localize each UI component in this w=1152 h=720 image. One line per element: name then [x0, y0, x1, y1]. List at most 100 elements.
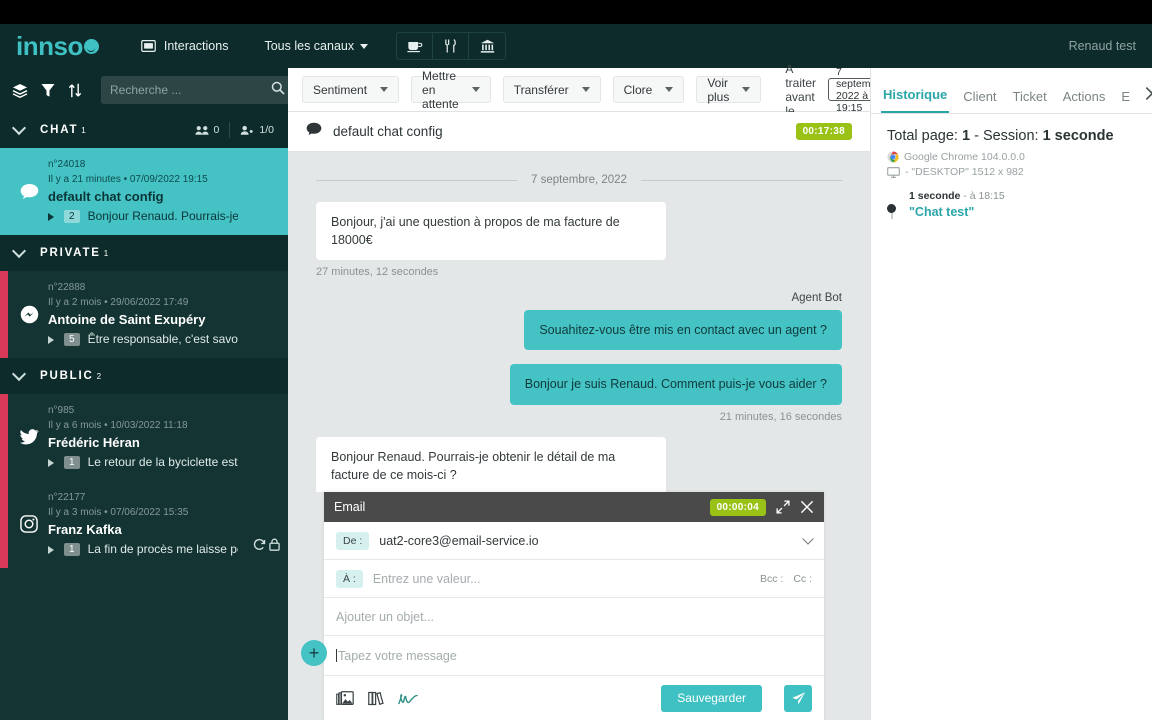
expand-triangle-icon[interactable] — [48, 213, 54, 221]
timeline-event-title[interactable]: "Chat test" — [909, 205, 1138, 219]
sidebar-group-chat[interactable]: CHAT 1 0 1/0 — [0, 112, 288, 148]
transfer-dropdown[interactable]: Transférer — [502, 76, 601, 103]
chevron-down-icon — [11, 120, 27, 135]
timeline-event-meta: 1 seconde - à 18:15 — [909, 190, 1138, 202]
conversation-id: n°22888 — [48, 282, 86, 293]
body-placeholder: Tapez votre message — [338, 648, 457, 663]
conversation-preview-row: 2 Bonjour Renaud. Pourrais-je — [48, 209, 276, 223]
from-label: De : — [336, 531, 370, 550]
layers-icon[interactable] — [12, 83, 28, 98]
from-value[interactable]: uat2-core3@email-service.io — [379, 534, 794, 548]
search-input[interactable] — [110, 83, 265, 97]
conversation-preview-row: 1 Le retour de la byciclette est — [48, 455, 276, 469]
details-tabs: Historique Client Ticket Actions E — [871, 68, 1152, 114]
event-duration: 1 seconde — [909, 190, 961, 202]
send-button[interactable] — [784, 684, 812, 712]
conversation-timer: 00:17:38 — [795, 123, 852, 140]
composer-subject-row — [324, 598, 824, 636]
chevron-down-icon[interactable] — [802, 532, 814, 545]
app-logo[interactable]: innso — [16, 33, 99, 59]
divider — [229, 122, 231, 138]
history-timeline: 1 seconde - à 18:15 "Chat test" — [887, 190, 1138, 219]
more-label: Voir plus — [707, 75, 730, 104]
nav-interactions-label: Interactions — [163, 39, 229, 53]
group-count: 1 — [81, 125, 86, 135]
lock-icon[interactable] — [269, 538, 280, 556]
expand-triangle-icon[interactable] — [48, 546, 54, 554]
composer-wrapper: + Email 00:00:04 De: uat2-core3@email-s… — [288, 492, 870, 720]
chevron-down-icon — [11, 243, 27, 258]
tab-client[interactable]: Client — [961, 89, 998, 113]
sidebar-group-public[interactable]: PUBLIC 2 — [0, 358, 288, 394]
more-dropdown[interactable]: Voir plus — [696, 75, 762, 104]
due-date-label: A traiter avant le — [785, 61, 817, 118]
composer-timer: 00:00:04 — [709, 498, 766, 516]
group-stat-queue-value: 0 — [213, 124, 220, 136]
hold-dropdown[interactable]: Mettre en attente — [411, 69, 491, 111]
tab-ticket[interactable]: Ticket — [1011, 89, 1049, 113]
knowledge-base-icon[interactable] — [368, 691, 384, 706]
group-title: PUBLIC — [40, 370, 94, 382]
tab-actions[interactable]: Actions — [1061, 89, 1108, 113]
group-people-icon — [195, 125, 209, 135]
conversation-id: n°985 — [48, 405, 75, 416]
conversation-item-private-0[interactable]: n°22888 Il y a 2 mois • 29/06/2022 17:49… — [0, 271, 288, 358]
coffee-icon — [407, 41, 422, 52]
save-button[interactable]: Sauvegarder — [661, 684, 762, 712]
tab-historique[interactable]: Historique — [881, 87, 950, 113]
sentiment-dropdown[interactable]: Sentiment — [302, 76, 400, 103]
add-channel-button[interactable]: + — [301, 640, 327, 666]
nav-channels-dropdown[interactable]: Tous les canaux — [264, 39, 369, 53]
chevron-down-icon — [360, 43, 369, 49]
channel-restaurant-button[interactable] — [433, 33, 470, 59]
signature-icon[interactable] — [398, 691, 418, 706]
expand-triangle-icon[interactable] — [48, 459, 54, 467]
main-body: CHAT 1 0 1/0 — [0, 62, 1152, 720]
unread-count-badge: 2 — [64, 209, 80, 223]
date-separator-label: 7 septembre, 2022 — [531, 174, 627, 186]
message-group-incoming-2: Bonjour Renaud. Pourrais-je obtenir le d… — [316, 436, 842, 492]
search-icon[interactable] — [271, 81, 285, 100]
composer-body[interactable]: Tapez votre message — [324, 636, 824, 676]
subject-input[interactable] — [336, 609, 812, 624]
conversation-item-chat-0[interactable]: n°24018 Il y a 21 minutes • 07/09/2022 1… — [0, 148, 288, 235]
bcc-toggle[interactable]: Bcc : — [760, 573, 783, 585]
tab-truncated[interactable]: E — [1119, 89, 1132, 113]
to-input[interactable] — [372, 571, 750, 586]
logo-text: innso — [16, 31, 83, 61]
nav-interactions[interactable]: Interactions — [141, 39, 229, 53]
user-menu[interactable]: Renaud test — [1069, 39, 1136, 53]
conversation-meta: Il y a 21 minutes • 07/09/2022 19:15 — [48, 173, 208, 185]
conversation-meta: Il y a 6 mois • 10/03/2022 11:18 — [48, 419, 188, 431]
message-group-outgoing-1: Agent Bot Souahitez-vous être mis en con… — [316, 292, 842, 351]
nav-channels-label: Tous les canaux — [264, 39, 355, 53]
expand-triangle-icon[interactable] — [48, 336, 54, 344]
expand-icon[interactable] — [776, 500, 790, 514]
filter-icon[interactable] — [41, 83, 55, 98]
cc-toggle[interactable]: Cc : — [793, 573, 812, 585]
history-body: Total page: 1 - Session: 1 seconde Googl… — [871, 114, 1152, 219]
status-bar — [0, 481, 8, 568]
message-bubble: Bonjour, j'ai une question à propos de m… — [316, 202, 666, 261]
tabs-next-icon[interactable] — [1144, 86, 1152, 113]
message-bubble: Souahitez-vous être mis en contact avec … — [524, 310, 842, 351]
conversation-item-public-0[interactable]: n°985 Il y a 6 mois • 10/03/2022 11:18 F… — [0, 394, 288, 481]
unread-count-badge: 1 — [64, 455, 80, 469]
close-icon[interactable] — [800, 500, 814, 514]
unread-count-badge: 1 — [64, 542, 80, 556]
restaurant-icon — [445, 39, 456, 53]
sidebar-group-private[interactable]: PRIVATE 1 — [0, 235, 288, 271]
conversation-preview-row: 1 La fin de procès me laisse pe — [48, 542, 276, 556]
channel-coffee-button[interactable] — [397, 33, 434, 59]
conversation-header: default chat config 00:17:38 — [288, 112, 870, 152]
conversation-preview: La fin de procès me laisse pe — [87, 542, 238, 556]
image-gallery-icon[interactable] — [336, 690, 354, 706]
sort-icon[interactable] — [68, 83, 82, 98]
device-line: - "DESKTOP" 1512 x 982 — [887, 166, 1138, 178]
channel-bank-button[interactable] — [469, 33, 505, 59]
email-composer: Email 00:00:04 De : uat2-core3@email-ser… — [324, 492, 824, 720]
reopen-icon[interactable] — [253, 538, 266, 556]
message-group-outgoing-2: Bonjour je suis Renaud. Comment puis-je … — [316, 364, 842, 423]
close-dropdown[interactable]: Clore — [612, 76, 685, 103]
conversation-item-public-1[interactable]: n°22177 Il y a 3 mois • 07/06/2022 15:35… — [0, 481, 288, 568]
